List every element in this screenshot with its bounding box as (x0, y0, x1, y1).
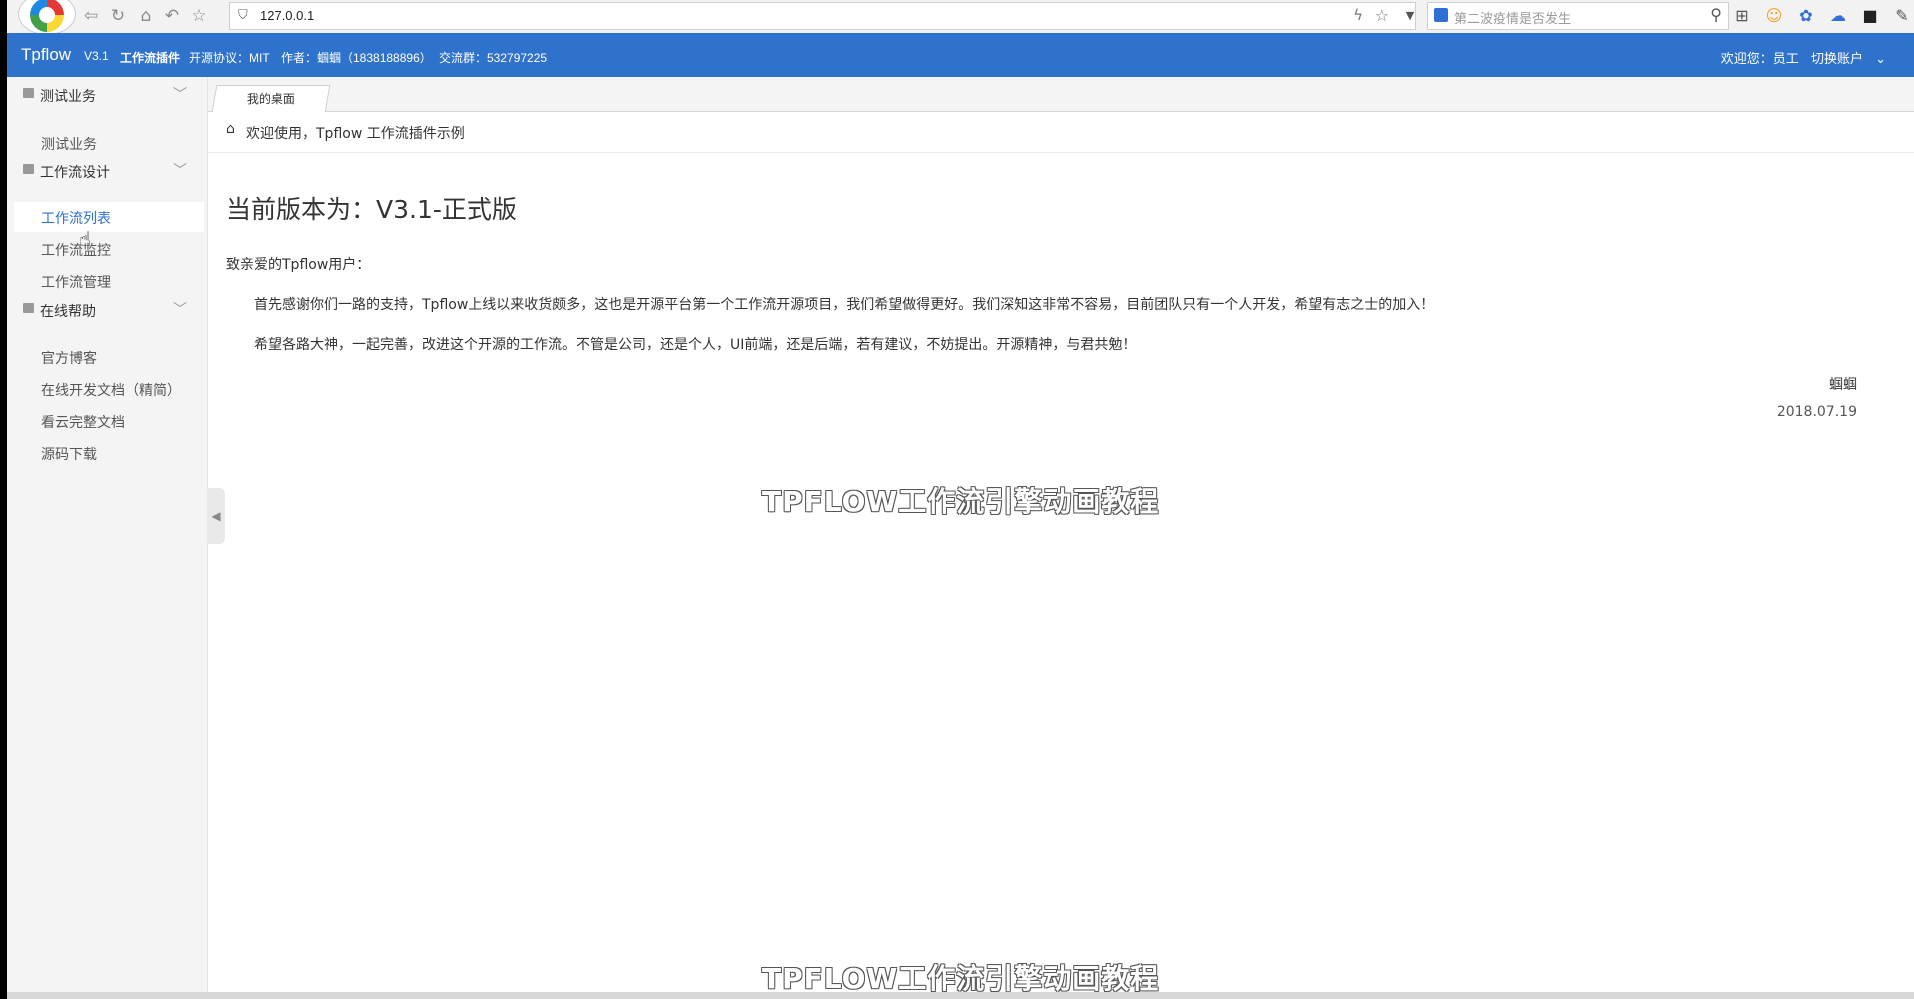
signature: 蝈蝈 (1829, 377, 1857, 393)
cloud-icon[interactable]: ☁ (1826, 4, 1850, 28)
menu-icon (23, 164, 34, 174)
sidebar-group-test[interactable]: 测试业务 ﹀ (7, 78, 207, 110)
search-box[interactable]: 第二波疫情是否发生 ⚲ (1427, 2, 1729, 30)
sidebar-item-workflow-manage[interactable]: 工作流管理 (14, 266, 204, 296)
release-date: 2018.07.19 (1776, 404, 1857, 420)
sidebar-item-label: 在线开发文档（精简） (41, 383, 181, 399)
version-title: 当前版本为：V3.1-正式版 (226, 195, 517, 224)
sidebar-item-label: 测试业务 (41, 137, 97, 153)
status-strip (7, 992, 1914, 999)
greeting: 致亲爱的Tpflow用户： (226, 257, 371, 273)
mouse-cursor-icon: ☝ (79, 227, 92, 251)
undo-icon[interactable]: ↶ (160, 4, 184, 28)
sidebar-item-label: 工作流监控 (41, 243, 111, 259)
tab-label: 我的桌面 (246, 92, 295, 106)
group-label: 交流群：532797225 (439, 51, 548, 65)
paragraph-thanks: 首先感谢你们一路的支持，Tpflow上线以来收货颇多，这也是开源平台第一个工作流… (254, 297, 1435, 313)
search-placeholder[interactable]: 第二波疫情是否发生 (1454, 8, 1571, 27)
game-icon[interactable]: ■ (1858, 4, 1882, 28)
menu-icon (23, 303, 34, 313)
sidebar-group-label: 工作流设计 (40, 165, 110, 181)
welcome-user: 欢迎您：员工 (1720, 52, 1799, 67)
paw-icon[interactable]: ✿ (1794, 4, 1818, 28)
left-edge (0, 0, 7, 999)
license-label: 开源协议：MIT (189, 51, 270, 65)
brand-title: Tpflow (21, 45, 72, 64)
sidebar-item-label: 工作流列表 (41, 211, 111, 227)
sidebar-item-label: 工作流管理 (41, 275, 111, 291)
sidebar-group-help[interactable]: 在线帮助 ﹀ (7, 293, 207, 325)
sidebar-item-workflow-list[interactable]: 工作流列表 (14, 202, 204, 232)
tab-my-desktop[interactable]: 我的桌面 (211, 85, 331, 112)
user-area: 欢迎您：员工 切换账户 ⌄ (1713, 48, 1886, 67)
home-icon[interactable]: ⌂ (134, 4, 158, 28)
chevron-down-icon: ﹀ (173, 163, 187, 179)
sidebar-item-kancloud-docs[interactable]: 看云完整文档 (14, 406, 204, 436)
paragraph-invite: 希望各路大神，一起完善，改进这个开源的工作流。不管是公司，还是个人，UI前端，还… (254, 337, 1137, 353)
sidebar-item-label: 官方博客 (41, 351, 97, 367)
chevron-down-icon: ﹀ (173, 302, 187, 318)
search-engine-icon (1434, 8, 1448, 22)
sidebar-item-label: 源码下载 (41, 447, 97, 463)
sidebar-item-source-download[interactable]: 源码下载 (14, 438, 204, 468)
search-icon[interactable]: ⚲ (1710, 5, 1722, 24)
sidebar-group-workflow-design[interactable]: 工作流设计 ﹀ (7, 154, 207, 186)
sidebar-collapse-handle[interactable]: ◀ (207, 488, 225, 544)
favorite-star-icon[interactable]: ☆ (1375, 6, 1389, 25)
breadcrumb-text: 欢迎使用，Tpflow 工作流插件示例 (246, 126, 465, 142)
shield-icon: ⛉ (238, 8, 248, 23)
sidebar-item-workflow-monitor[interactable]: 工作流监控 (14, 234, 204, 264)
breadcrumb: ⌂ 欢迎使用，Tpflow 工作流插件示例 (208, 112, 1914, 153)
home-icon: ⌂ (226, 121, 235, 137)
author-label: 作者：蝈蝈（1838188896） (281, 51, 432, 65)
address-url[interactable]: 127.0.0.1 (260, 8, 314, 23)
tools-icon[interactable]: ✎ (1890, 4, 1914, 28)
browser-toolbar: ⇦ ↻ ⌂ ↶ ☆ ⛉ 127.0.0.1 ϟ ☆ ▼ 第二波疫情是否发生 ⚲ … (7, 0, 1914, 34)
tab-bar: 我的桌面 (208, 77, 1914, 112)
address-bar[interactable]: ⛉ 127.0.0.1 ϟ ☆ (229, 2, 1416, 30)
dropdown-icon[interactable]: ▼ (1401, 3, 1419, 29)
subtitle-overlay-bottom: TPFLOW工作流引擎动画教程 (762, 962, 1160, 995)
refresh-icon[interactable]: ↻ (106, 4, 130, 28)
lightning-icon[interactable]: ϟ (1353, 6, 1363, 24)
sidebar-group-label: 在线帮助 (40, 304, 96, 320)
subtitle-overlay: TPFLOW工作流引擎动画教程 (762, 485, 1160, 518)
sidebar: 测试业务 ﹀ 测试业务 工作流设计 ﹀ 工作流列表 工作流监控 工作流管理 在线… (7, 77, 208, 999)
app-header: Tpflow V3.1 工作流插件 开源协议：MIT 作者：蝈蝈（1838188… (7, 33, 1914, 77)
switch-account-link[interactable]: 切换账户 (1811, 52, 1863, 67)
sidebar-item-label: 看云完整文档 (41, 415, 125, 431)
back-icon[interactable]: ⇦ (79, 4, 103, 28)
sidebar-group-label: 测试业务 (40, 89, 96, 105)
sidebar-item-blog[interactable]: 官方博客 (14, 342, 204, 372)
plugin-label: 工作流插件 (120, 51, 181, 65)
bookmark-star-icon[interactable]: ☆ (187, 4, 211, 28)
chat-icon[interactable]: ☺ (1762, 4, 1786, 28)
grid-icon[interactable]: ⊞ (1730, 4, 1754, 28)
chevron-down-icon[interactable]: ⌄ (1875, 52, 1886, 67)
menu-icon (23, 88, 34, 98)
version-label: V3.1 (84, 49, 109, 63)
chevron-down-icon: ﹀ (173, 87, 187, 103)
sidebar-item-online-docs[interactable]: 在线开发文档（精简） (14, 374, 204, 404)
browser-logo-icon[interactable] (19, 0, 75, 34)
